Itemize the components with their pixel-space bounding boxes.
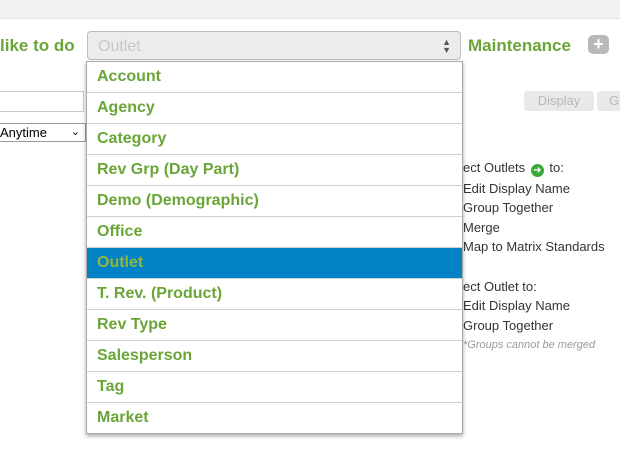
maintenance-type-select[interactable]: Outlet ▲ ▼	[87, 31, 461, 60]
dropdown-option-tag[interactable]: Tag	[87, 372, 462, 403]
dropdown-option-market[interactable]: Market	[87, 403, 462, 433]
dropdown-option-category[interactable]: Category	[87, 124, 462, 155]
dropdown-option-rev-type[interactable]: Rev Type	[87, 310, 462, 341]
option-map-to-matrix-standards: Map to Matrix Standards	[463, 239, 605, 254]
filter-input[interactable]	[0, 91, 84, 112]
dropdown-option-demo[interactable]: Demo (Demographic)	[87, 186, 462, 217]
time-filter-select[interactable]: Anytime ⌄	[0, 123, 86, 142]
option-group-together: Group Together	[463, 200, 554, 215]
groups-note: *Groups cannot be merged	[463, 339, 596, 351]
time-filter-value: Anytime	[0, 125, 47, 140]
top-bar	[0, 0, 620, 19]
outlet-instructions: ect Outlet to:	[463, 279, 537, 294]
select-value: Outlet	[98, 38, 141, 55]
outlets-instructions: ect Outlets ➜ to:	[463, 160, 564, 177]
prompt-label: like to do	[0, 36, 75, 55]
go-arrow-icon[interactable]: ➜	[530, 164, 544, 177]
select-arrows-icon: ▲ ▼	[442, 37, 451, 55]
dropdown-option-salesperson[interactable]: Salesperson	[87, 341, 462, 372]
display-button[interactable]: Display	[524, 91, 594, 111]
option-merge: Merge	[463, 220, 500, 235]
option-group-together-single: Group Together	[463, 318, 554, 333]
option-edit-display-name: Edit Display Name	[463, 181, 570, 196]
option-edit-display-name-single: Edit Display Name	[463, 298, 570, 313]
dropdown-option-agency[interactable]: Agency	[87, 93, 462, 124]
chevron-down-icon: ⌄	[70, 126, 80, 138]
maintenance-type-dropdown: Account Agency Category Rev Grp (Day Par…	[86, 61, 463, 434]
dropdown-option-t-rev[interactable]: T. Rev. (Product)	[87, 279, 462, 310]
dropdown-option-rev-grp[interactable]: Rev Grp (Day Part)	[87, 155, 462, 186]
add-button[interactable]: +	[588, 35, 609, 54]
g-button[interactable]: G	[597, 91, 620, 111]
maintenance-label: Maintenance	[468, 36, 571, 55]
dropdown-option-outlet[interactable]: Outlet	[87, 248, 462, 279]
dropdown-option-account[interactable]: Account	[87, 62, 462, 93]
dropdown-option-office[interactable]: Office	[87, 217, 462, 248]
